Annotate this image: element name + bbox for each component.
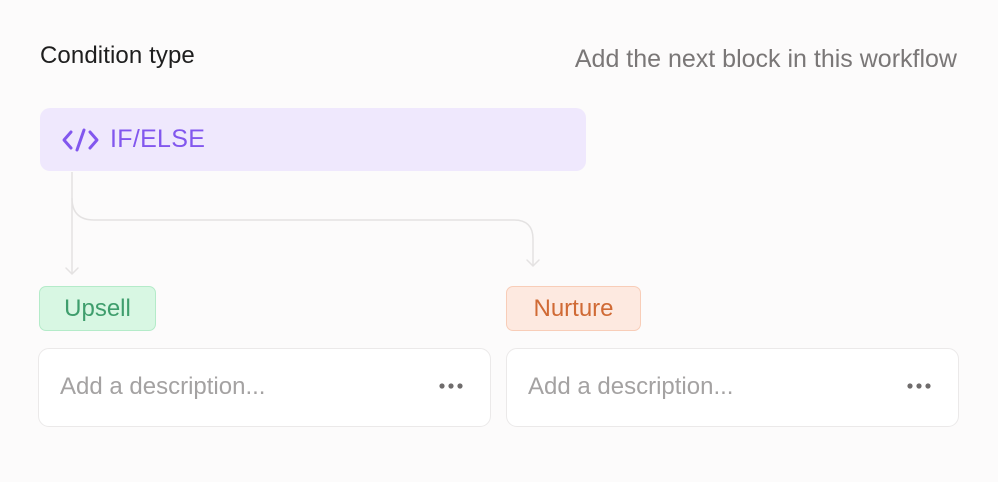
condition-type-heading: Condition type [40,42,195,69]
more-horizontal-icon[interactable] [905,376,933,396]
more-horizontal-icon[interactable] [437,376,465,396]
description-card-upsell [38,348,491,427]
branch-tag-upsell[interactable]: Upsell [39,286,156,331]
description-input-nurture[interactable] [528,349,878,425]
code-icon [61,125,101,155]
arrowhead-nurture [526,259,540,267]
connector-nurture [71,197,534,266]
description-card-nurture [506,348,959,427]
description-input-upsell[interactable] [60,349,410,425]
branch-tag-nurture[interactable]: Nurture [506,286,641,331]
next-block-hint: Add the next block in this workflow [574,45,957,73]
if-else-block[interactable]: IF/ELSE [40,108,586,171]
if-else-label: IF/ELSE [110,125,206,153]
arrowhead-upsell [65,267,79,275]
